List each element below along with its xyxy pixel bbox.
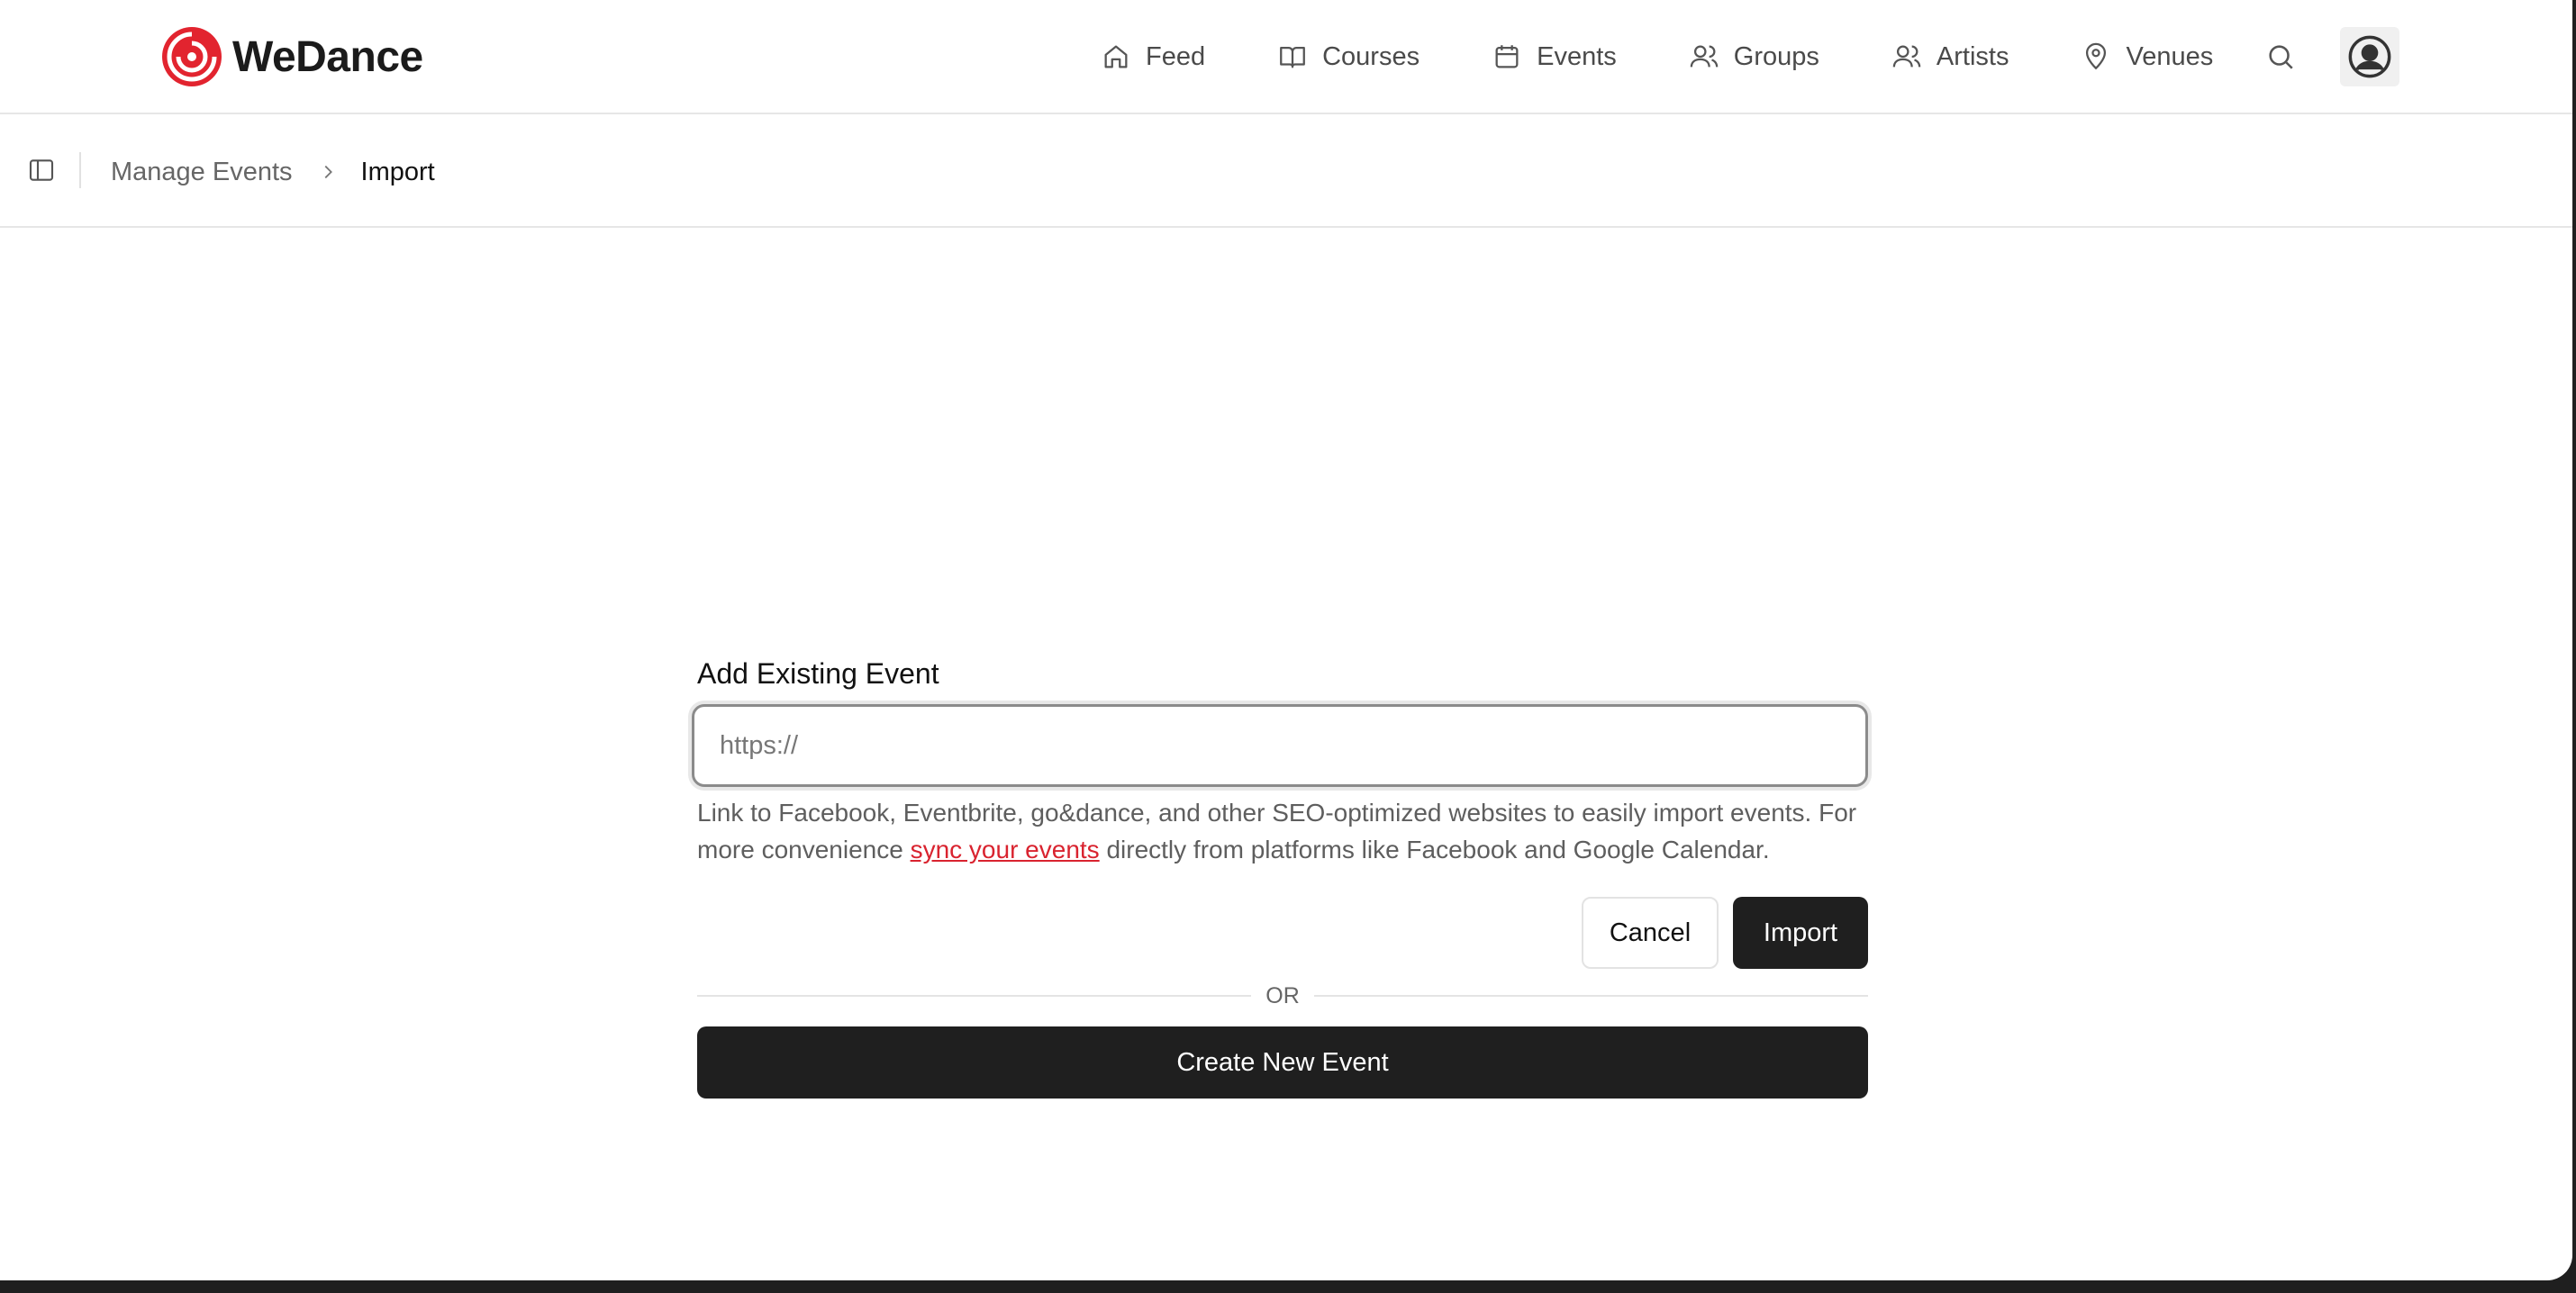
search-icon xyxy=(2269,45,2293,69)
logo-text: WeDance xyxy=(232,32,423,81)
home-icon xyxy=(1104,45,1128,68)
app-window: WeDance Feed Courses Events Groups Artis… xyxy=(0,0,2572,1280)
nav-item-groups[interactable]: Groups xyxy=(1689,31,1819,83)
sync-events-link[interactable]: sync your events xyxy=(911,836,1100,864)
import-event-form: Add Existing Event Link to Facebook, Eve… xyxy=(692,654,1868,1099)
event-url-input[interactable] xyxy=(692,704,1868,787)
cancel-button[interactable]: Cancel xyxy=(1582,897,1719,969)
form-title: Add Existing Event xyxy=(697,657,939,690)
user-group-icon xyxy=(1892,45,1921,68)
divider xyxy=(79,152,81,188)
breadcrumb-current: Import xyxy=(360,157,435,186)
wedance-logo-icon xyxy=(162,27,222,86)
sidebar-toggle-icon[interactable] xyxy=(27,156,56,185)
nav-item-venues[interactable]: Venues xyxy=(2081,31,2213,83)
nav-item-artists[interactable]: Artists xyxy=(1891,31,2009,83)
help-text-after: directly from platforms like Facebook an… xyxy=(1099,836,1770,864)
nav-item-label: Venues xyxy=(2126,41,2214,71)
form-actions: Cancel Import xyxy=(1582,897,1868,969)
nav-item-label: Courses xyxy=(1322,41,1420,71)
user-circle-icon xyxy=(2348,35,2391,78)
nav-item-label: Groups xyxy=(1733,41,1819,71)
chevron-right-icon xyxy=(324,165,332,179)
breadcrumb: Manage Events Import xyxy=(111,154,435,190)
calendar-icon xyxy=(1495,45,1519,68)
separator-line xyxy=(697,995,1252,997)
separator-line xyxy=(1313,995,1868,997)
help-text: Link to Facebook, Eventbrite, go&dance, … xyxy=(697,794,1868,868)
nav-item-feed[interactable]: Feed xyxy=(1101,31,1205,83)
main-nav: Feed Courses Events Groups Artists Venue… xyxy=(1101,31,2293,83)
or-separator: OR xyxy=(697,980,1868,1012)
import-button[interactable]: Import xyxy=(1733,897,1868,969)
logo[interactable]: WeDance xyxy=(160,25,423,88)
nav-item-courses[interactable]: Courses xyxy=(1277,31,1420,83)
book-open-icon xyxy=(1280,46,1305,68)
nav-item-label: Artists xyxy=(1936,41,2009,71)
search-button[interactable] xyxy=(2263,31,2299,83)
nav-item-label: Events xyxy=(1537,41,1617,71)
profile-button[interactable] xyxy=(2340,27,2399,86)
users-icon xyxy=(1690,45,1719,68)
breadcrumb-manage-events[interactable]: Manage Events xyxy=(111,158,293,187)
nav-item-events[interactable]: Events xyxy=(1492,31,1617,83)
or-label: OR xyxy=(1265,982,1300,1008)
create-new-event-button[interactable]: Create New Event xyxy=(697,1026,1868,1099)
nav-item-label: Feed xyxy=(1146,41,1206,71)
map-pin-icon xyxy=(2086,42,2107,70)
breadcrumb-bar: Manage Events Import xyxy=(0,114,2572,228)
top-navigation: WeDance Feed Courses Events Groups Artis… xyxy=(0,0,2572,114)
